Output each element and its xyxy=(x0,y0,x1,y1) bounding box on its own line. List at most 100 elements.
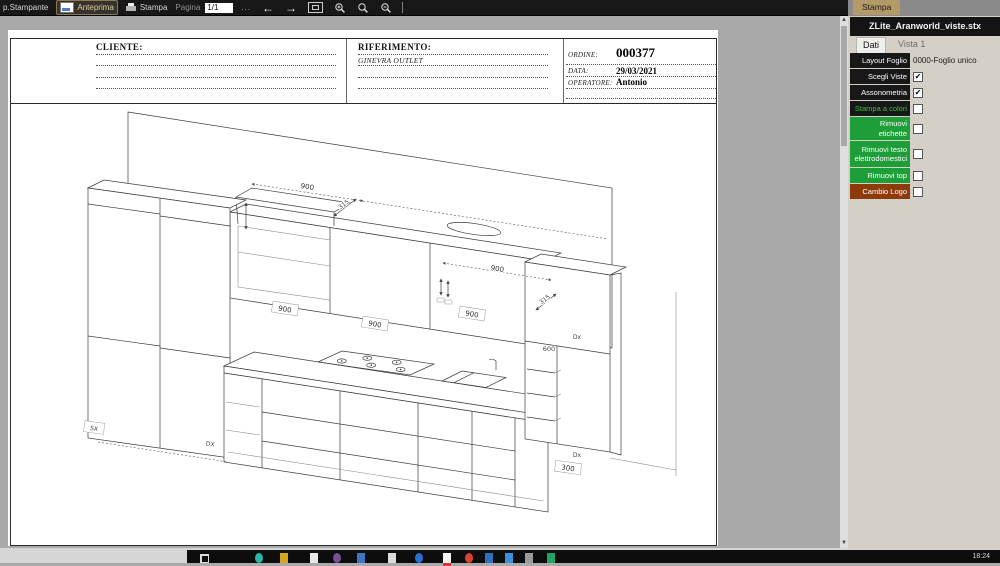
panel-row: Rimuovi testo elettrodomestici xyxy=(850,141,1000,167)
zoom-out-icon xyxy=(380,2,392,14)
start-button-icon[interactable] xyxy=(200,554,209,563)
rimuovi-top-checkbox[interactable] xyxy=(913,171,923,181)
printer-setup-label: p.Stampante xyxy=(3,3,48,12)
assonometria-checkbox[interactable]: ✔ xyxy=(913,88,923,98)
taskbar-app-icon[interactable] xyxy=(280,553,288,563)
dotted-line xyxy=(566,88,716,90)
taskbar-app-icon[interactable] xyxy=(357,553,365,563)
dotted-line xyxy=(358,77,548,79)
page-label: Pagina xyxy=(175,3,200,12)
next-page-button[interactable]: → xyxy=(282,1,300,14)
taskbar-app-icon[interactable] xyxy=(255,553,263,563)
kitchen-drawing: 900 900 315 315 900 900 900 300 600 SX D… xyxy=(8,103,718,546)
document-page: CLIENTE: RIFERIMENTO: GINEVRA OUTLET ORD… xyxy=(8,30,718,546)
stampa-a-colori-checkbox[interactable] xyxy=(913,104,923,114)
fit-page-icon xyxy=(308,2,323,13)
fit-page-button[interactable] xyxy=(305,1,326,14)
panel-row: Rimuovi etichette xyxy=(850,117,1000,140)
file-title: ZLite_Aranworld_viste.stx xyxy=(850,17,1000,36)
taskbar-app-icon[interactable] xyxy=(443,553,451,566)
rimuovi-etichette-checkbox[interactable] xyxy=(913,124,923,134)
windows-taskbar[interactable]: 18:24 xyxy=(187,550,1000,563)
preview-button[interactable]: Anteprima xyxy=(56,0,117,15)
taskbar-app-icon[interactable] xyxy=(485,553,493,563)
tall-cabinets-left xyxy=(88,180,246,458)
zoom-in-icon xyxy=(334,2,346,14)
scegli-viste-checkbox[interactable]: ✔ xyxy=(913,72,923,82)
cliente-label: CLIENTE: xyxy=(96,42,143,52)
zoom-out-button[interactable] xyxy=(377,1,395,14)
hinge-label-dx-bottom: Dx xyxy=(573,452,582,459)
preview-label: Anteprima xyxy=(77,3,113,12)
tab-vista-1[interactable]: Vista 1 xyxy=(892,36,931,53)
cambio-logo-checkbox[interactable] xyxy=(913,187,923,197)
ordine-value: 000377 xyxy=(616,45,655,61)
zoom-window-button[interactable] xyxy=(354,1,372,14)
panel-row: Scegli Viste ✔ xyxy=(850,69,1000,84)
dotted-line xyxy=(566,98,716,100)
zoom-in-button[interactable] xyxy=(331,1,349,14)
print-options-panel: Stampa ZLite_Aranworld_viste.stx Dati Vi… xyxy=(848,0,1000,563)
taskbar-app-icon[interactable] xyxy=(310,553,318,563)
hinge-label-dx: DX xyxy=(205,440,215,448)
previous-page-button[interactable]: ← xyxy=(259,1,277,14)
dotted-line xyxy=(96,88,336,90)
cambio-logo-button[interactable]: Cambio Logo xyxy=(850,184,910,199)
printer-setup-button[interactable]: p.Stampante xyxy=(0,1,51,14)
ordine-label: ORDINE: xyxy=(568,51,598,59)
panel-top-strip: Stampa xyxy=(848,0,1000,16)
layout-foglio-value[interactable]: 0000-Foglio unico xyxy=(910,56,977,65)
tall-unit-right xyxy=(525,254,676,476)
panel-row: Layout Foglio 0000-Foglio unico xyxy=(850,53,1000,68)
taskbar-app-icon[interactable] xyxy=(525,553,533,563)
panel-rows: Layout Foglio 0000-Foglio unico Scegli V… xyxy=(850,53,1000,200)
dotted-line xyxy=(96,77,336,79)
header-divider xyxy=(563,39,564,103)
vertical-scrollbar[interactable]: ▲ ▼ xyxy=(840,16,848,548)
print-preview-toolbar: p.Stampante Anteprima Stampa Pagina ... … xyxy=(0,0,848,16)
header-divider xyxy=(346,39,347,103)
taskbar-clock: 18:24 xyxy=(972,553,990,560)
stampa-window-tab[interactable]: Stampa xyxy=(853,0,900,15)
dim-600: 600 xyxy=(543,345,555,353)
tab-dati[interactable]: Dati xyxy=(856,37,886,53)
page-number-input[interactable] xyxy=(205,3,233,13)
dotted-line xyxy=(358,65,548,67)
taskbar-app-icon[interactable] xyxy=(388,553,396,563)
print-preview-area[interactable]: CLIENTE: RIFERIMENTO: GINEVRA OUTLET ORD… xyxy=(0,16,840,548)
layout-foglio-button[interactable]: Layout Foglio xyxy=(850,53,910,68)
hinge-label-sx: SX xyxy=(90,425,99,433)
scegli-viste-button[interactable]: Scegli Viste xyxy=(850,69,910,84)
panel-tabs: Dati Vista 1 xyxy=(850,36,1000,53)
data-label: DATA: xyxy=(568,67,589,75)
riferimento-value: GINEVRA OUTLET xyxy=(358,56,423,65)
arrow-right-icon: → xyxy=(285,2,297,14)
more-pages-button[interactable]: ... xyxy=(238,1,254,14)
stampa-a-colori-button[interactable]: Stampa a colori xyxy=(850,101,910,116)
taskbar-app-icon[interactable] xyxy=(415,553,423,563)
panel-row: Assonometria ✔ xyxy=(850,85,1000,100)
scrollbar-thumb[interactable] xyxy=(841,26,847,146)
printer-icon xyxy=(126,3,137,12)
assonometria-button[interactable]: Assonometria xyxy=(850,85,910,100)
taskbar-app-icon[interactable] xyxy=(505,553,513,563)
operatore-value: Antonio xyxy=(616,77,647,87)
rimuovi-testo-elettrodomestici-checkbox[interactable] xyxy=(913,149,923,159)
arrow-left-icon: ← xyxy=(262,2,274,14)
scroll-down-icon[interactable]: ▼ xyxy=(840,539,848,548)
taskbar-app-icon[interactable] xyxy=(333,553,341,563)
data-value: 29/03/2021 xyxy=(616,66,657,76)
rimuovi-testo-elettrodomestici-button[interactable]: Rimuovi testo elettrodomestici xyxy=(850,141,910,167)
dotted-line xyxy=(96,54,336,56)
rimuovi-top-button[interactable]: Rimuovi top xyxy=(850,168,910,183)
panel-row: Rimuovi top xyxy=(850,168,1000,183)
taskbar-app-icon[interactable] xyxy=(547,553,555,563)
hinge-label-dx-top: Dx xyxy=(573,334,582,341)
picture-icon xyxy=(60,2,74,13)
print-button[interactable]: Stampa xyxy=(123,1,171,14)
dotted-line xyxy=(96,65,336,67)
taskbar-app-icon[interactable] xyxy=(465,553,473,563)
scroll-up-icon[interactable]: ▲ xyxy=(840,16,848,25)
rimuovi-etichette-button[interactable]: Rimuovi etichette xyxy=(850,117,910,140)
panel-row: Cambio Logo xyxy=(850,184,1000,199)
